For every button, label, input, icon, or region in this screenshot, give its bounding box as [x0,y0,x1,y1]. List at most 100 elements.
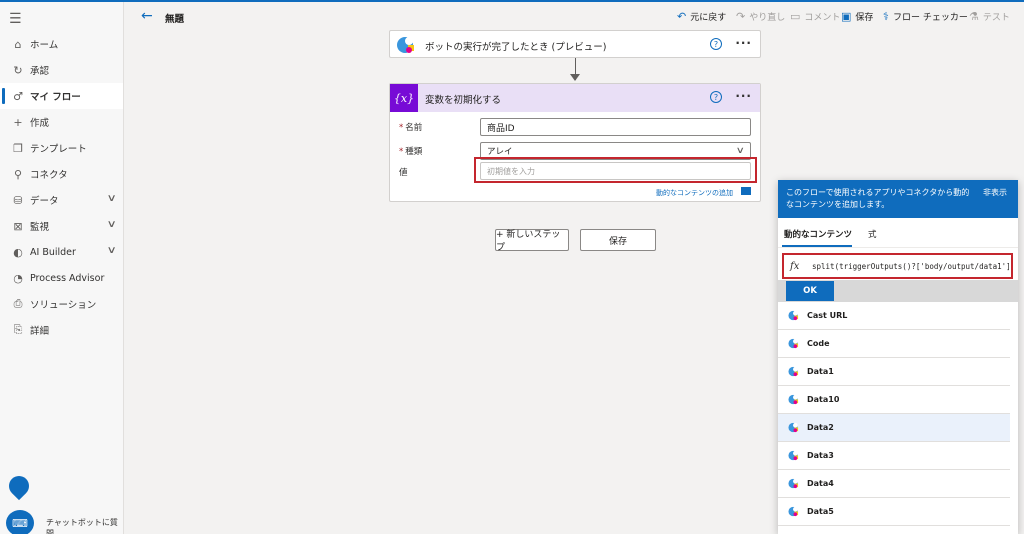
variable-card-title: 変数を初期化する [425,95,502,106]
variable-card-header[interactable]: {x} 変数を初期化する ? ··· [390,84,760,112]
learn-icon: ⎘ [13,323,23,336]
hide-panel-link[interactable]: 非表示 [983,187,1007,199]
variable-icon: {x} [390,84,418,112]
redo-button[interactable]: ↷ やり直し [736,10,785,23]
flow-title: 無題 [165,14,185,25]
sidebar-item-label: 作成 [30,118,50,129]
my-flows-icon: ♂ [13,89,23,103]
name-value: 商品ID [487,123,515,134]
sidebar-item-label: ホーム [30,40,59,51]
bot-connector-icon [788,422,799,433]
sidebar-item-connectors[interactable]: ⚲ コネクタ [0,161,123,187]
ok-button[interactable]: OK [786,281,834,301]
chat-icon: ⌨ [12,516,28,530]
sidebar-item-approvals[interactable]: ↻ 承認 [0,57,123,83]
add-dynamic-content-link[interactable]: 動的なコンテンツの追加 [656,188,733,198]
test-button[interactable]: ⚗ テスト [969,10,1010,23]
list-item[interactable]: Data10 [778,386,1010,414]
list-item-label: Data10 [807,395,840,404]
flow-header: ← 無題 ↶ 元に戻す ↷ やり直し ▭ コメント ▣ 保存 ⚕ フロー チェッカー ⚗ テ… [125,2,1024,30]
more-options-icon[interactable]: ··· [735,36,752,50]
sidebar-item-label: データ [30,196,59,207]
comment-icon: ▭ [790,10,801,23]
chevron-down-icon[interactable]: ∨ [106,245,116,256]
tab-expression[interactable]: 式 [868,228,877,240]
sidebar-item-monitor[interactable]: ⊠ 監視 ∨ [0,213,123,239]
save-flow-button[interactable]: 保存 [580,229,656,251]
list-item[interactable]: Data4 [778,470,1010,498]
left-navigation: ☰ ⌂ ホーム ↻ 承認 ♂ マイ フロー + 作成 ❐ テンプレート ⚲ コネクタ ⛁ データ ∨ ⊠ 監視 ∨… [0,2,124,534]
power-automate-bot-icon [397,37,414,53]
list-item-label: Data3 [807,451,834,460]
bot-connector-icon [788,366,799,377]
comment-label: コメント [804,13,841,23]
save-button[interactable]: ▣ 保存 [841,10,873,23]
home-icon: ⌂ [14,37,22,51]
hamburger-menu-icon[interactable]: ☰ [9,11,22,27]
undo-button[interactable]: ↶ 元に戻す [677,10,726,23]
undo-icon: ↶ [677,10,687,23]
chevron-down-icon[interactable]: ∨ [106,219,116,230]
flow-checker-button[interactable]: ⚕ フロー チェッカー [883,10,968,23]
help-icon[interactable]: ? [710,38,722,50]
bot-connector-icon [788,450,799,461]
list-item[interactable]: Data5 [778,498,1010,526]
sidebar-item-label: マイ フロー [30,92,81,103]
expression-input[interactable]: fx split(triggerOutputs()?['body/output/… [782,253,1013,279]
sidebar-item-label: 監視 [30,222,50,233]
chevron-down-icon[interactable]: ∨ [106,193,116,204]
tab-dynamic-content[interactable]: 動的なコンテンツ [784,228,852,240]
type-label: * 種類 [399,147,423,157]
location-pin-icon [4,471,34,501]
bot-connector-icon [788,478,799,489]
dynamic-content-icon[interactable] [741,187,751,195]
initialize-variable-card: {x} 変数を初期化する ? ··· * 名前 商品ID * 種類 アレイ ∨ 値 初… [389,83,761,202]
comment-button[interactable]: ▭ コメント [790,10,840,23]
list-item-label: Data2 [807,423,834,432]
flask-icon: ⚗ [969,10,979,23]
sidebar-item-learn[interactable]: ⎘ 詳細 [0,317,123,343]
sidebar-item-data[interactable]: ⛁ データ ∨ [0,187,123,213]
sidebar-item-label: ソリューション [30,300,97,311]
monitor-icon: ⊠ [13,219,23,233]
more-options-icon[interactable]: ··· [735,89,752,103]
sidebar-item-label: テンプレート [30,144,87,155]
help-icon[interactable]: ? [710,91,722,103]
approvals-icon: ↻ [13,63,23,77]
value-input-highlight [474,157,757,183]
dynamic-content-list: Cast URL Code Data1 Data10 Data2 Data3 Data4 Da… [778,302,1018,534]
expression-text: split(triggerOutputs()?['body/output/dat… [812,261,1011,271]
connectors-icon: ⚲ [13,167,23,181]
sidebar-item-process-advisor[interactable]: ◔ Process Advisor [0,265,123,291]
list-item-label: Data1 [807,367,834,376]
chatbot-button[interactable]: ⌨ [6,510,34,534]
sidebar-item-ai-builder[interactable]: ◐ AI Builder ∨ [0,239,123,265]
panel-description: このフローで使用されるアプリやコネクタから動的なコンテンツを追加します。 [786,188,970,209]
data-icon: ⛁ [13,193,23,207]
redo-icon: ↷ [736,10,746,23]
sidebar-item-solutions[interactable]: ⎙ ソリューション [0,291,123,317]
fx-icon: fx [790,260,800,272]
list-item[interactable]: Code [778,330,1010,358]
flow-arrow-icon [570,74,580,81]
list-item[interactable]: Cast URL [778,302,1010,330]
sidebar-item-my-flows[interactable]: ♂ マイ フロー [0,83,123,109]
list-item-label: Data4 [807,479,834,488]
new-step-button[interactable]: + 新しいステップ [495,229,569,253]
sidebar-item-create[interactable]: + 作成 [0,109,123,135]
list-item[interactable]: Data2 [778,414,1010,442]
list-item[interactable]: Data3 [778,442,1010,470]
name-input[interactable]: 商品ID [480,118,751,136]
trigger-card-header[interactable]: ボットの実行が完了したとき (プレビュー) ? ··· [390,31,760,59]
list-item[interactable]: Data1 [778,358,1010,386]
create-icon: + [13,115,23,129]
templates-icon: ❐ [13,141,23,155]
back-arrow-icon[interactable]: ← [141,8,153,24]
list-item[interactable]: Data6 [778,526,1010,534]
list-item-label: Data5 [807,507,834,516]
sidebar-item-home[interactable]: ⌂ ホーム [0,31,123,57]
trigger-card[interactable]: ボットの実行が完了したとき (プレビュー) ? ··· [389,30,761,58]
sidebar-item-templates[interactable]: ❐ テンプレート [0,135,123,161]
active-tab-indicator [782,245,852,247]
list-item-label: Code [807,339,830,348]
